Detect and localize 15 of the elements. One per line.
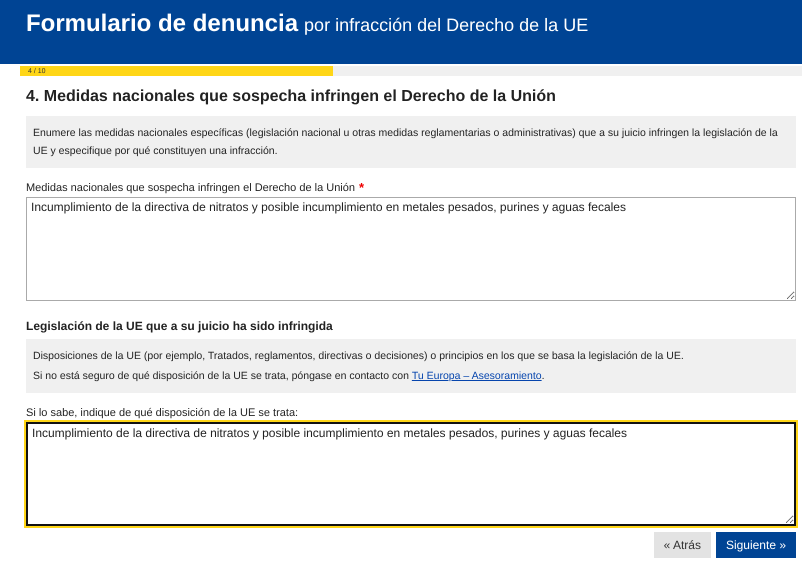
field-label: Si lo sabe, indique de qué disposición de la UE se trata: [26,407,298,419]
field-label: Medidas nacionales que sospecha infringen el Derecho de la Unión [26,182,355,194]
subsection-title: Legislación de la UE que a su juicio ha sido infringida [26,319,334,333]
next-button[interactable]: Siguiente » [716,532,796,558]
back-button[interactable]: « Atrás [654,532,711,558]
info-text: Si no está seguro de qué disposición de la UE se trata, póngase en contacto con Tu Europa – Asesoramiento. [33,369,546,384]
section-title: 4. Medidas nacionales que sospecha infringen el Derecho de la Unión [26,88,557,106]
form-title: Formulario de denuncia [26,10,298,38]
form-subtitle: por infracción del Derecho de la UE [304,15,588,36]
text-area[interactable]: Incumplimiento de la directiva de nitratos y posible incumplimiento en metales pesados, purines y aguas fecales [26,197,796,301]
info-text: Disposiciones de la UE (por ejemplo, Tratados, reglamentos, directivas o decisiones) o principios en los que se basa la legislación de la UE. [33,349,685,364]
info-text: Enumere las medidas nacionales específicas (legislación nacional u otras medidas reglamentarias o administrativas) que a su juicio infringen la legislación de la UE y especifique por qué constituyen una infracción. [33,126,779,159]
text-area[interactable]: Incumplimiento de la directiva de nitratos y posible incumplimiento en metales pesados, purines y aguas fecales [26,422,796,526]
help-link[interactable]: Tu Europa – Asesoramiento [412,370,542,382]
required-mark: * [359,182,364,194]
